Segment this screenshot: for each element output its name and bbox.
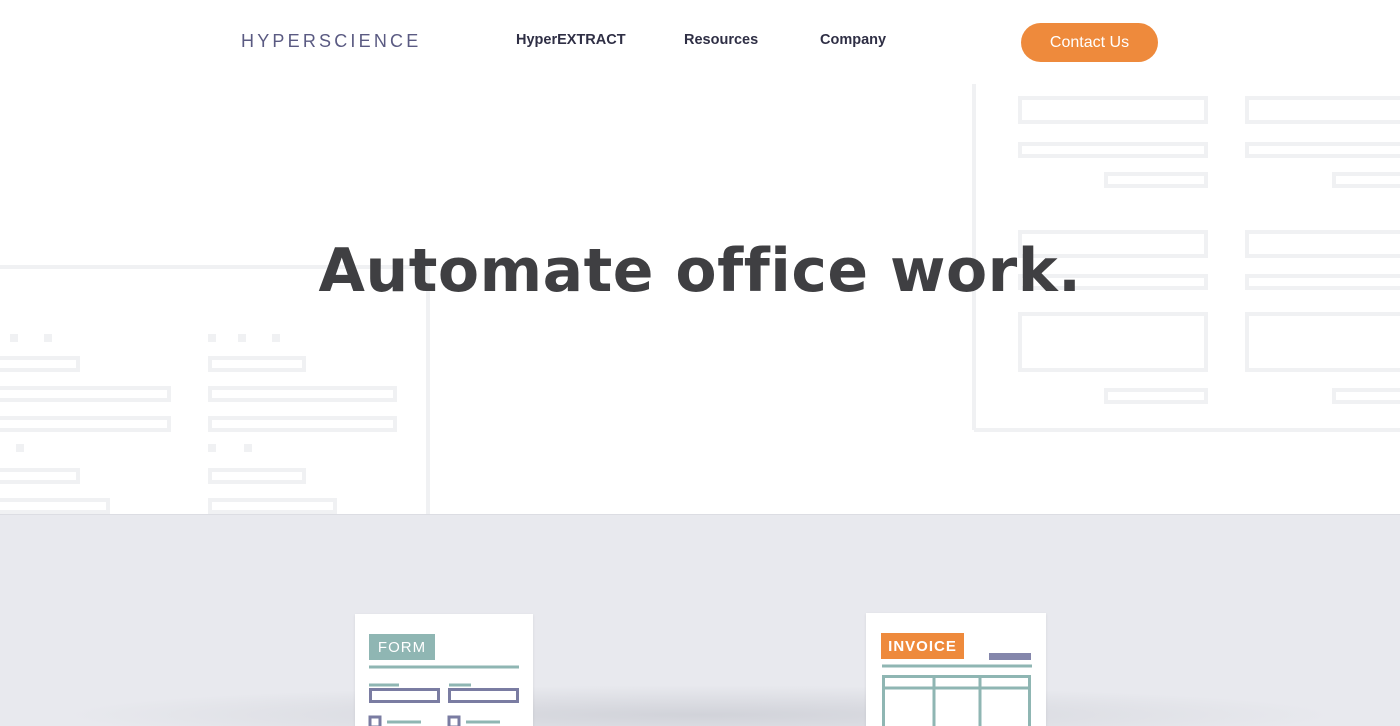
nav-hyperextract[interactable]: HyperEXTRACT [516, 32, 626, 48]
nav-resources[interactable]: Resources [684, 32, 758, 48]
site-header: HYPERSCIENCE HyperEXTRACT Resources Comp… [0, 0, 1400, 84]
contact-us-button[interactable]: Contact Us [1021, 23, 1158, 62]
form-document-card: FORM [355, 614, 533, 726]
shadow-band [60, 685, 1340, 726]
hero-headline: Automate office work. [318, 236, 1082, 306]
invoice-tag: INVOICE [881, 633, 964, 659]
invoice-document-illustration [882, 653, 1032, 726]
nav-company[interactable]: Company [820, 32, 886, 48]
hyperscience-logo[interactable]: HYPERSCIENCE [241, 31, 421, 52]
form-tag: FORM [369, 634, 435, 660]
invoice-document-card: INVOICE [866, 613, 1046, 726]
document-types-section: FORM INVOICE [0, 514, 1400, 726]
form-document-illustration [368, 665, 519, 726]
